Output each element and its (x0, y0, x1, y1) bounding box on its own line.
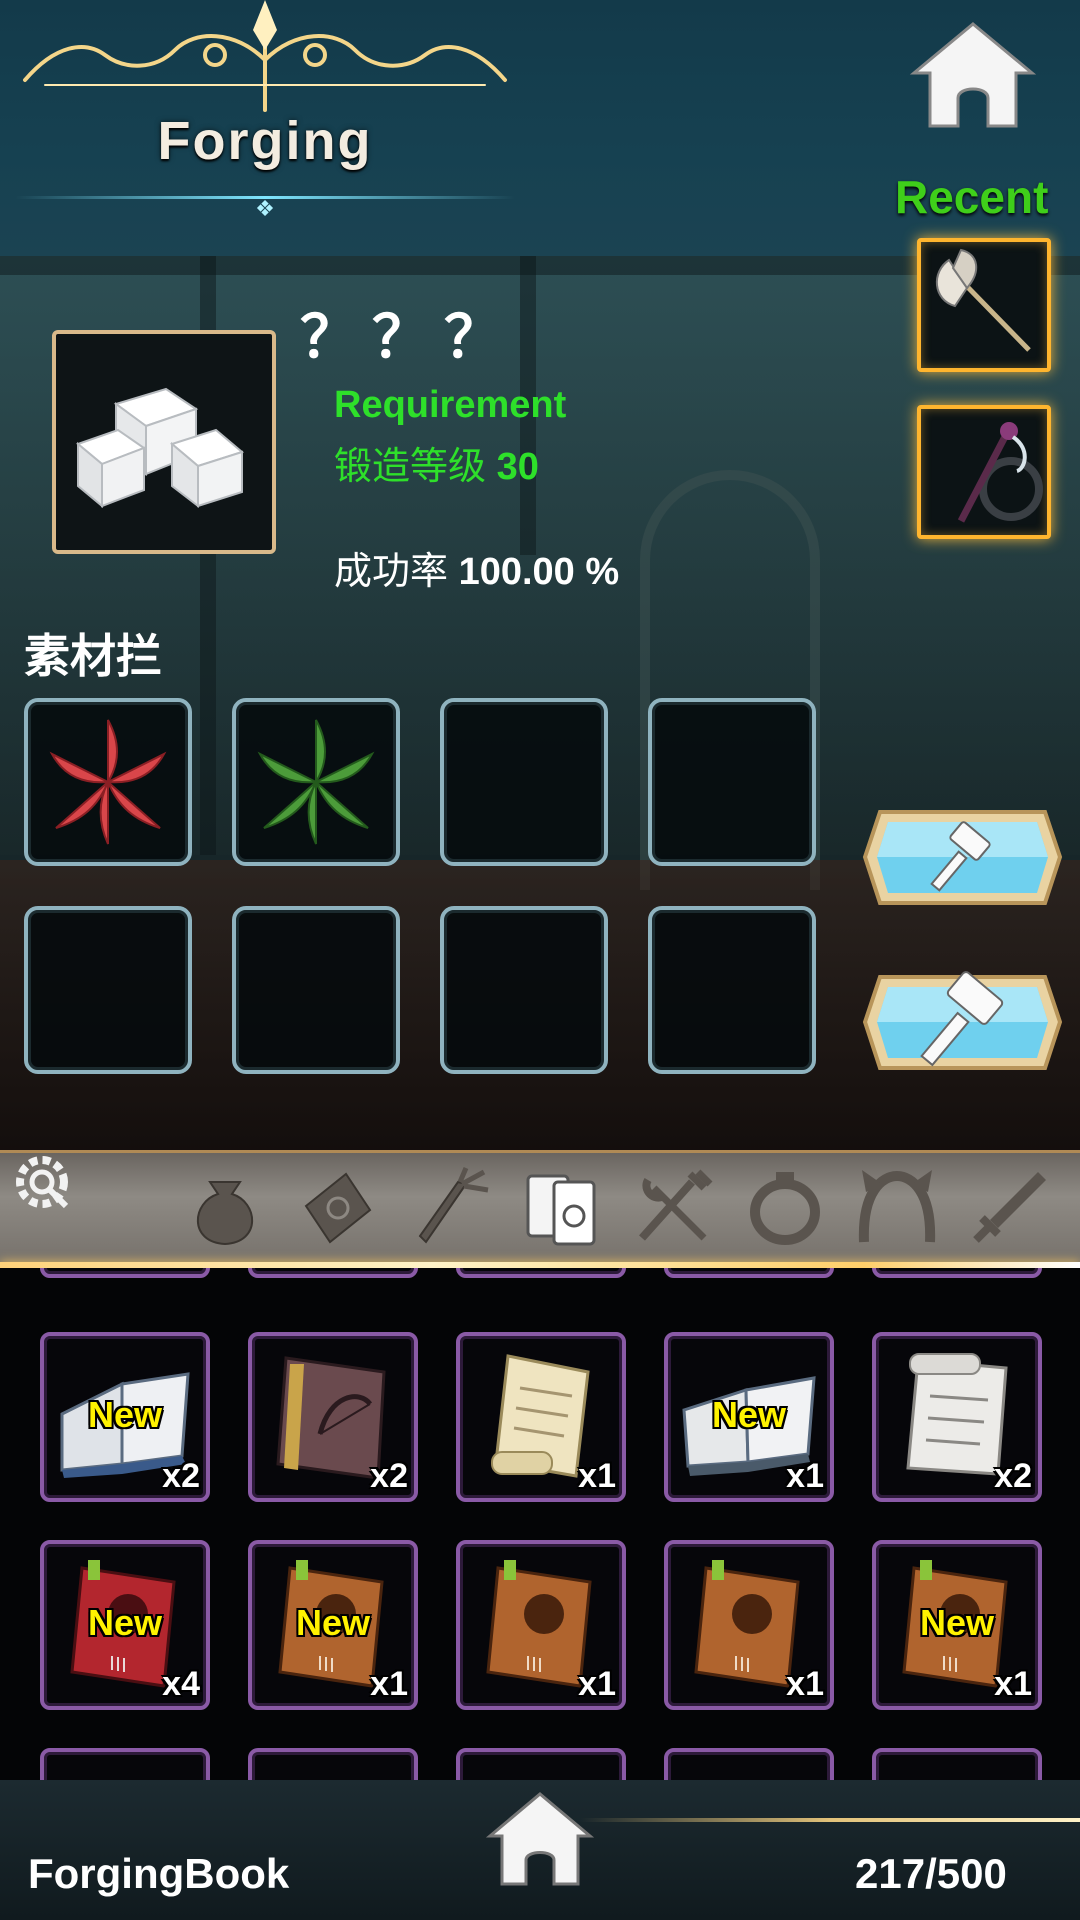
recent-label: Recent (895, 171, 1049, 223)
inventory-slot[interactable]: New x1 (872, 1540, 1042, 1710)
success-value: 100.00 % (458, 551, 620, 593)
success-label: 成功率 (334, 551, 449, 593)
materials-title: 素材拦 (24, 630, 162, 682)
new-badge: New (711, 1394, 787, 1435)
settings-gear-icon[interactable] (8, 1148, 76, 1216)
item-quantity: x2 (370, 1457, 408, 1495)
dark-staff-icon (957, 422, 1043, 523)
inventory-grid: New x2 x2 x1 New x1 x2 New x4 New x1 x1 … (0, 1268, 1080, 1780)
inventory-slot[interactable]: New x1 (248, 1540, 418, 1710)
item-quantity: x1 (786, 1457, 824, 1495)
item-quantity: x2 (162, 1457, 200, 1495)
inventory-slot[interactable]: x1 (456, 1332, 626, 1502)
home-bottom-button[interactable] (484, 1790, 596, 1890)
inventory-slot[interactable] (456, 1268, 626, 1278)
inventory-slot[interactable] (248, 1748, 418, 1780)
new-badge: New (919, 1602, 995, 1643)
item-quantity: x1 (578, 1665, 616, 1703)
house-icon (485, 1792, 595, 1886)
book-icon[interactable] (516, 1162, 606, 1252)
material-slot[interactable] (232, 906, 400, 1074)
home-button[interactable] (908, 18, 1038, 133)
inventory-slot[interactable]: x1 (664, 1540, 834, 1710)
material-slot[interactable] (648, 698, 816, 866)
inventory-slot[interactable] (40, 1268, 210, 1278)
new-badge: New (295, 1602, 371, 1643)
category-name: ForgingBook (28, 1850, 290, 1897)
white-crystal-cubes-icon (76, 387, 245, 509)
green-leaf-icon (257, 719, 375, 845)
inventory-slot[interactable]: New x1 (664, 1332, 834, 1502)
inventory-slot[interactable] (872, 1748, 1042, 1780)
material-slot[interactable] (232, 698, 400, 866)
inventory-capacity: 217/500 (855, 1850, 1007, 1897)
recent-item-slot[interactable] (917, 238, 1051, 372)
item-quantity: x1 (578, 1457, 616, 1495)
inventory-slot[interactable]: x1 (456, 1540, 626, 1710)
inventory-slot[interactable]: x2 (248, 1332, 418, 1502)
item-quantity: x1 (370, 1665, 408, 1703)
inventory-slot[interactable]: x2 (872, 1332, 1042, 1502)
headband-icon[interactable] (852, 1162, 942, 1252)
inventory-slot[interactable] (664, 1268, 834, 1278)
inventory-slot[interactable] (456, 1748, 626, 1780)
inventory-slot[interactable] (664, 1748, 834, 1780)
envelope-icon[interactable] (292, 1162, 382, 1252)
inventory-slot[interactable] (40, 1748, 210, 1780)
inventory-slot[interactable] (872, 1268, 1042, 1278)
footer-accent-line (580, 1818, 1080, 1822)
forge-max-button[interactable] (860, 965, 1065, 1080)
material-slot[interactable] (648, 906, 816, 1074)
new-badge: New (87, 1394, 163, 1435)
requirement-label: Requirement (334, 384, 567, 426)
item-quantity: x1 (786, 1665, 824, 1703)
new-badge: New (87, 1602, 163, 1643)
title-banner: Forging ❖ (15, 0, 515, 230)
ornament-flourish-icon (23, 0, 507, 112)
item-name: ？？？ (300, 305, 517, 370)
utensils-icon[interactable] (628, 1162, 718, 1252)
material-slot[interactable] (24, 906, 192, 1074)
requirement-text: 锻造等级 (334, 446, 487, 488)
result-item-slot[interactable] (52, 330, 276, 554)
material-slot[interactable] (440, 906, 608, 1074)
inventory-slot[interactable]: New x2 (40, 1332, 210, 1502)
pouch-icon[interactable] (180, 1162, 270, 1252)
recent-item-slot[interactable] (917, 405, 1051, 539)
ring-icon[interactable] (740, 1162, 830, 1252)
sword-icon[interactable] (964, 1162, 1054, 1252)
inventory-slot[interactable]: New x4 (40, 1540, 210, 1710)
ornament-gem-icon: ❖ (255, 196, 275, 221)
red-leaf-icon (49, 719, 167, 845)
requirement-value: 锻造等级 30 (334, 435, 539, 490)
item-quantity: x4 (162, 1665, 200, 1703)
item-quantity: x2 (994, 1457, 1032, 1495)
success-rate: 成功率 100.00 % (334, 540, 619, 595)
forge-once-button[interactable] (860, 800, 1065, 915)
requirement-level: 30 (496, 446, 539, 488)
halberd-icon (935, 248, 1031, 352)
inventory-slot[interactable] (248, 1268, 418, 1278)
material-slot[interactable] (440, 698, 608, 866)
house-icon (909, 22, 1037, 128)
material-slot[interactable] (24, 698, 192, 866)
item-quantity: x1 (994, 1665, 1032, 1703)
carrot-icon[interactable] (404, 1162, 494, 1252)
page-title: Forging (157, 111, 373, 171)
